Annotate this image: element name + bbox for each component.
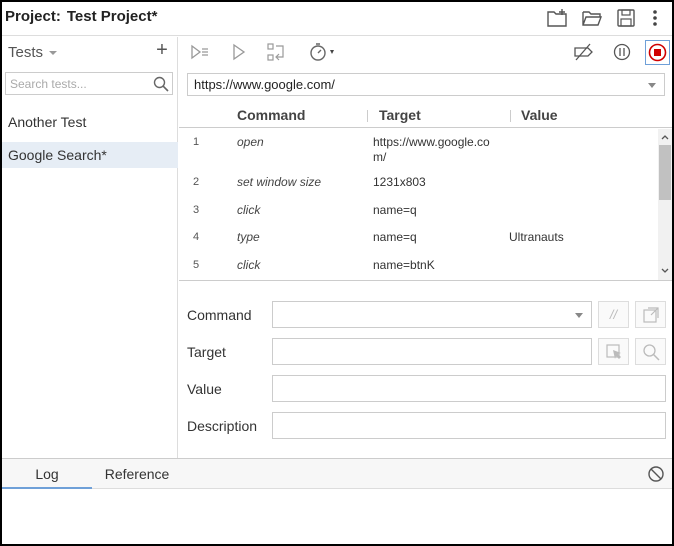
table-row[interactable]: 5 click name=btnK — [179, 258, 657, 280]
add-test-button[interactable]: + — [152, 39, 172, 62]
row-command: click — [237, 258, 261, 272]
scroll-up-icon[interactable] — [661, 133, 669, 141]
row-number: 2 — [193, 176, 200, 188]
command-input[interactable] — [272, 301, 592, 328]
value-label: Value — [187, 381, 222, 397]
test-item-another-test[interactable]: Another Test — [2, 109, 178, 135]
row-target: name=q — [373, 203, 417, 217]
main-panel: https://www.google.com/ Command Target V… — [179, 37, 672, 458]
target-label: Target — [187, 344, 226, 360]
row-number: 5 — [193, 259, 200, 271]
test-item-google-search[interactable]: Google Search* — [2, 142, 178, 168]
save-project-icon[interactable] — [615, 7, 637, 29]
find-target-button[interactable] — [635, 338, 666, 365]
row-target: name=q — [373, 230, 417, 244]
tab-reference[interactable]: Reference — [92, 459, 182, 489]
base-url-value: https://www.google.com/ — [194, 77, 335, 92]
commands-table: Command Target Value 1 open https://www.… — [179, 103, 672, 281]
search-tests-box[interactable] — [5, 72, 173, 95]
record-icon — [648, 43, 667, 62]
pause-on-exceptions-icon[interactable] — [611, 41, 633, 63]
target-input[interactable] — [272, 338, 592, 365]
row-value: Ultranauts — [509, 230, 564, 244]
table-row[interactable]: 4 type name=q Ultranauts — [179, 230, 657, 252]
column-divider[interactable] — [367, 110, 368, 122]
console-tabs: Log Reference — [2, 459, 672, 489]
open-reference-button[interactable] — [635, 301, 666, 328]
chevron-down-icon[interactable] — [575, 313, 583, 318]
selenium-ide-window: Project: Test Project* Tests + Another Te… — [0, 0, 674, 546]
column-header-command[interactable]: Command — [237, 107, 305, 123]
row-command: open — [237, 135, 264, 149]
project-header: Project: Test Project* — [2, 2, 672, 36]
run-all-tests-icon[interactable] — [189, 41, 211, 63]
column-header-target[interactable]: Target — [379, 107, 421, 123]
select-target-button[interactable] — [598, 338, 629, 365]
table-row[interactable]: 1 open https://www.google.com/ — [179, 135, 657, 172]
select-target-icon — [606, 344, 621, 359]
sidebar-header: Tests + — [2, 37, 178, 67]
open-window-icon — [643, 307, 659, 323]
description-label: Description — [187, 418, 258, 434]
step-over-icon[interactable] — [265, 41, 287, 63]
disable-breakpoints-icon[interactable] — [572, 41, 594, 63]
console-panel: Log Reference — [2, 458, 672, 544]
new-project-icon[interactable] — [546, 7, 568, 29]
project-title: Project: Test Project* — [5, 8, 157, 25]
table-row[interactable]: 2 set window size 1231x803 — [179, 175, 657, 197]
value-input[interactable] — [272, 375, 666, 402]
base-url-dropdown[interactable]: https://www.google.com/ — [187, 73, 665, 96]
row-command: click — [237, 203, 261, 217]
column-divider[interactable] — [510, 110, 511, 122]
project-label: Project: — [5, 8, 61, 25]
open-project-icon[interactable] — [581, 7, 603, 29]
test-speed-icon[interactable] — [308, 41, 338, 63]
table-scrollbar[interactable] — [658, 129, 672, 280]
row-number: 4 — [193, 231, 200, 243]
table-header: Command Target Value — [179, 103, 672, 128]
stop-recording-button[interactable] — [645, 40, 670, 65]
scroll-down-icon[interactable] — [661, 267, 669, 275]
row-command: type — [237, 230, 260, 244]
playback-toolbar — [179, 37, 672, 67]
description-input[interactable] — [272, 412, 666, 439]
chevron-down-icon[interactable] — [648, 83, 656, 88]
row-command: set window size — [237, 175, 322, 189]
clear-log-icon[interactable] — [647, 465, 665, 483]
scrollbar-thumb[interactable] — [659, 145, 671, 200]
row-number: 3 — [193, 204, 200, 216]
more-options-icon[interactable] — [644, 7, 666, 29]
search-icon — [643, 344, 660, 361]
search-tests-input[interactable] — [6, 73, 146, 94]
row-target: 1231x803 — [373, 175, 426, 189]
tab-log[interactable]: Log — [2, 459, 92, 489]
tests-caret-icon[interactable] — [49, 51, 57, 55]
command-label: Command — [187, 307, 252, 323]
table-row[interactable]: 3 click name=q — [179, 203, 657, 225]
comment-toggle-button[interactable]: // — [598, 301, 629, 328]
tests-sidebar: Tests + Another Test Google Search* — [2, 37, 178, 458]
column-header-value[interactable]: Value — [521, 107, 558, 123]
tests-dropdown-label[interactable]: Tests — [8, 44, 43, 61]
comment-label: // — [609, 307, 618, 322]
run-current-test-icon[interactable] — [228, 41, 250, 63]
row-number: 1 — [193, 136, 200, 148]
row-target: https://www.google.com/ — [373, 135, 490, 164]
row-target: name=btnK — [373, 258, 435, 272]
project-name[interactable]: Test Project* — [67, 8, 158, 25]
search-icon[interactable] — [153, 76, 169, 92]
